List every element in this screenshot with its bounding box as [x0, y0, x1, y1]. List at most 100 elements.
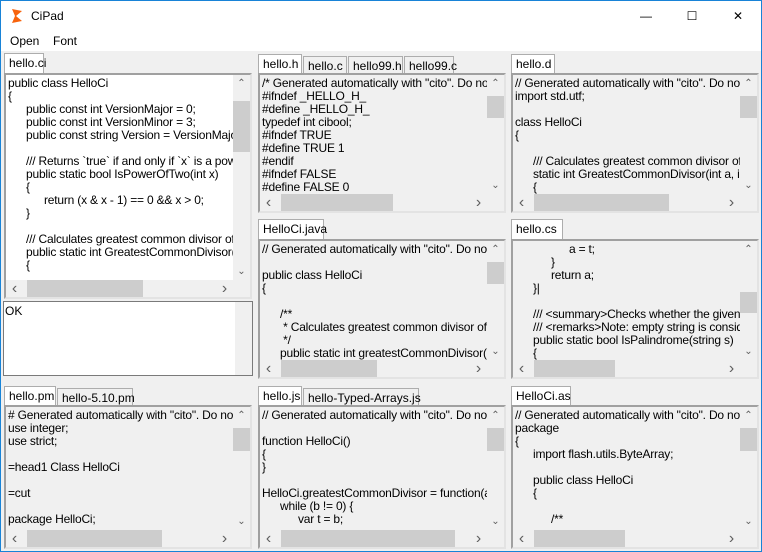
tab-helloci-as[interactable]: HelloCi.as	[511, 386, 571, 406]
scroll-right-icon[interactable]: ›	[723, 194, 740, 211]
code-line: {	[515, 180, 537, 194]
vertical-scrollbar[interactable]: ⌃ ⌄	[233, 407, 250, 530]
horizontal-scroll-thumb[interactable]	[26, 280, 143, 297]
vertical-scroll-thumb[interactable]	[233, 100, 250, 152]
scroll-up-icon[interactable]: ⌃	[487, 407, 504, 424]
horizontal-scrollbar[interactable]: ‹ ›	[6, 530, 233, 547]
horizontal-scrollbar[interactable]: ‹ ›	[260, 194, 487, 211]
vertical-scrollbar[interactable]: ⌃ ⌄	[487, 407, 504, 530]
scroll-up-icon[interactable]: ⌃	[740, 407, 757, 424]
menu-open[interactable]: Open	[10, 34, 39, 48]
code-editor[interactable]: // Generated automatically with "cito". …	[258, 405, 506, 549]
tab-hello-d[interactable]: hello.d	[511, 54, 555, 74]
vertical-scrollbar[interactable]: ⌃ ⌄	[487, 241, 504, 360]
code-editor[interactable]: public class HelloCi{ public const int V…	[4, 73, 252, 299]
code-editor[interactable]: a = t; } return a; }| /// <summary>Check…	[511, 239, 759, 379]
output-box[interactable]: OK	[3, 301, 253, 376]
scroll-left-icon[interactable]: ‹	[260, 194, 277, 211]
scroll-up-icon[interactable]: ⌃	[740, 241, 757, 258]
horizontal-scrollbar[interactable]: ‹ ›	[513, 360, 740, 377]
scroll-down-icon[interactable]: ⌄	[740, 177, 757, 194]
scroll-down-icon[interactable]: ⌄	[487, 513, 504, 530]
tab-hello-typed-arrays-js[interactable]: hello-Typed-Arrays.js	[303, 388, 421, 406]
vertical-scroll-thumb[interactable]	[487, 96, 504, 118]
close-button[interactable]: ✕	[715, 1, 761, 31]
tab-hello99-c[interactable]: hello99.c	[404, 56, 457, 74]
code-line: /**	[515, 512, 564, 526]
vertical-scroll-thumb[interactable]	[487, 262, 504, 284]
horizontal-scroll-thumb[interactable]	[533, 530, 625, 547]
horizontal-scrollbar[interactable]: ‹ ›	[513, 194, 740, 211]
code-text: # Generated automatically with "cito". D…	[8, 409, 246, 526]
code-editor[interactable]: // Generated automatically with "cito". …	[258, 239, 506, 379]
code-editor[interactable]: // Generated automatically with "cito". …	[511, 405, 759, 549]
tab-hello99-h[interactable]: hello99.h	[348, 56, 403, 74]
code-line: #define FALSE 0	[262, 180, 350, 194]
scroll-up-icon[interactable]: ⌃	[487, 75, 504, 92]
scroll-down-icon[interactable]: ⌄	[487, 343, 504, 360]
scroll-left-icon[interactable]: ‹	[513, 360, 530, 377]
vertical-scrollbar[interactable]: ⌃ ⌄	[740, 407, 757, 530]
scroll-right-icon[interactable]: ›	[723, 530, 740, 547]
horizontal-scroll-thumb[interactable]	[280, 530, 455, 547]
horizontal-scroll-thumb[interactable]	[533, 194, 669, 211]
scroll-down-icon[interactable]: ⌄	[740, 343, 757, 360]
tab-hello-js[interactable]: hello.js	[258, 386, 302, 406]
minimize-button[interactable]: —	[623, 1, 669, 31]
scroll-up-icon[interactable]: ⌃	[233, 407, 250, 424]
scroll-right-icon[interactable]: ›	[470, 194, 487, 211]
vertical-scrollbar[interactable]: ⌃ ⌄	[233, 75, 250, 280]
output-vertical-scrollbar[interactable]	[235, 302, 252, 375]
vertical-scroll-thumb[interactable]	[233, 428, 250, 451]
scroll-left-icon[interactable]: ‹	[6, 280, 23, 297]
tab-hello-pm[interactable]: hello.pm	[4, 386, 56, 406]
tab-helloci-java[interactable]: HelloCi.java	[258, 219, 327, 239]
tab-hello-cs[interactable]: hello.cs	[511, 219, 563, 239]
horizontal-scroll-thumb[interactable]	[26, 530, 162, 547]
maximize-icon: ☐	[686, 9, 698, 23]
code-line: {	[262, 281, 266, 295]
scroll-up-icon[interactable]: ⌃	[233, 75, 250, 92]
scroll-down-icon[interactable]: ⌄	[233, 513, 250, 530]
tab-hello-h[interactable]: hello.h	[258, 54, 302, 74]
scroll-right-icon[interactable]: ›	[216, 280, 233, 297]
code-editor[interactable]: // Generated automatically with "cito". …	[511, 73, 759, 213]
menu-font[interactable]: Font	[53, 34, 77, 48]
vertical-scroll-thumb[interactable]	[740, 96, 757, 118]
scroll-down-icon[interactable]: ⌄	[487, 177, 504, 194]
maximize-button[interactable]: ☐	[669, 1, 715, 31]
horizontal-scroll-thumb[interactable]	[280, 360, 378, 377]
tab-hello-ci[interactable]: hello.ci	[4, 53, 46, 73]
horizontal-scrollbar[interactable]: ‹ ›	[260, 360, 487, 377]
scroll-up-icon[interactable]: ⌃	[487, 241, 504, 258]
scroll-right-icon[interactable]: ›	[470, 530, 487, 547]
horizontal-scrollbar[interactable]: ‹ ›	[513, 530, 740, 547]
scroll-left-icon[interactable]: ‹	[6, 530, 23, 547]
horizontal-scrollbar[interactable]: ‹ ›	[260, 530, 487, 547]
horizontal-scroll-thumb[interactable]	[280, 194, 393, 211]
scroll-down-icon[interactable]: ⌄	[233, 263, 250, 280]
horizontal-scrollbar[interactable]: ‹ ›	[6, 280, 233, 297]
scroll-down-icon[interactable]: ⌄	[740, 513, 757, 530]
code-editor[interactable]: /* Generated automatically with "cito". …	[258, 73, 506, 213]
vertical-scrollbar[interactable]: ⌃ ⌄	[487, 75, 504, 194]
horizontal-scroll-thumb[interactable]	[533, 360, 615, 377]
vertical-scroll-thumb[interactable]	[740, 428, 757, 451]
scrollbar-corner	[740, 530, 757, 547]
vertical-scrollbar[interactable]: ⌃ ⌄	[740, 75, 757, 194]
scroll-up-icon[interactable]: ⌃	[740, 75, 757, 92]
scroll-right-icon[interactable]: ›	[470, 360, 487, 377]
scroll-right-icon[interactable]: ›	[216, 530, 233, 547]
scroll-left-icon[interactable]: ‹	[260, 530, 277, 547]
scrollbar-corner	[487, 530, 504, 547]
vertical-scroll-thumb[interactable]	[487, 428, 504, 451]
vertical-scrollbar[interactable]: ⌃ ⌄	[740, 241, 757, 360]
scroll-right-icon[interactable]: ›	[723, 360, 740, 377]
tab-hello-5-10-pm[interactable]: hello-5.10.pm	[57, 388, 135, 406]
scroll-left-icon[interactable]: ‹	[513, 194, 530, 211]
scroll-left-icon[interactable]: ‹	[513, 530, 530, 547]
scroll-left-icon[interactable]: ‹	[260, 360, 277, 377]
tab-hello-c[interactable]: hello.c	[303, 56, 347, 74]
vertical-scroll-thumb[interactable]	[740, 292, 757, 314]
code-editor[interactable]: # Generated automatically with "cito". D…	[4, 405, 252, 549]
